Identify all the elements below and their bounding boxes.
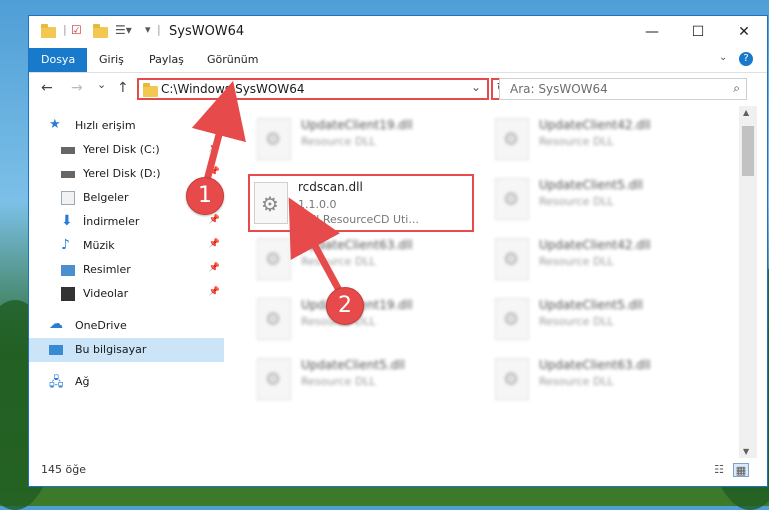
- step-2-badge: 2: [326, 287, 364, 325]
- annotation-arrows: [191, 80, 344, 294]
- step-1-badge: 1: [186, 177, 224, 215]
- arrow-to-file: [288, 197, 344, 294]
- arrow-to-address-bar: [191, 80, 246, 185]
